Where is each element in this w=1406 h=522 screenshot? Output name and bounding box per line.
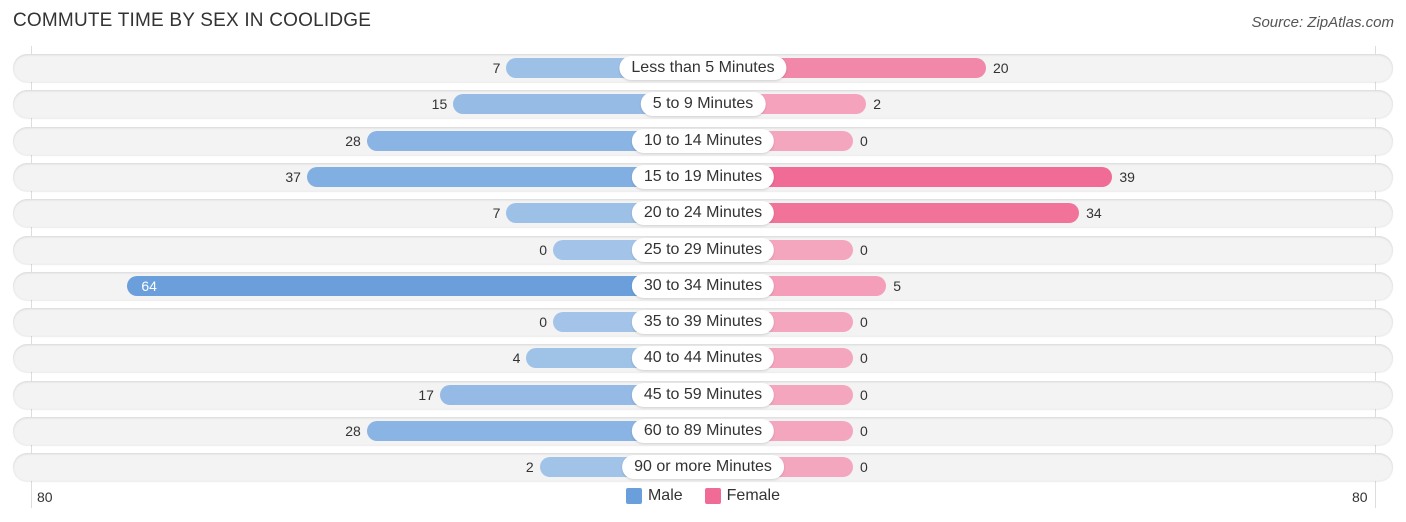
category-label: 60 to 89 Minutes	[631, 419, 775, 443]
value-label-female: 0	[860, 423, 868, 439]
value-label-male: 28	[345, 132, 361, 149]
category-label: 30 to 34 Minutes	[631, 273, 775, 298]
category-label: 25 to 29 Minutes	[631, 237, 775, 262]
category-label: Less than 5 Minutes	[619, 56, 787, 80]
legend-swatch-male	[625, 488, 642, 504]
value-label-male: 4	[512, 350, 521, 367]
value-label-male: 17	[418, 386, 434, 403]
value-label-female: 0	[860, 350, 868, 367]
value-label-female: 20	[993, 60, 1009, 76]
value-label-male: 37	[285, 168, 301, 185]
category-label: 20 to 24 Minutes	[631, 201, 775, 226]
value-label-male: 2	[525, 459, 534, 476]
chart-container: COMMUTE TIME BY SEX IN COOLIDGE Source: …	[0, 0, 1406, 522]
value-label-male: 15	[431, 96, 448, 113]
value-label-female: 2	[873, 96, 882, 113]
value-label-male: 7	[492, 205, 501, 222]
category-label: 35 to 39 Minutes	[631, 310, 775, 335]
chart-title: COMMUTE TIME BY SEX IN COOLIDGE	[13, 10, 372, 31]
value-label-female: 0	[860, 132, 868, 149]
category-label: 10 to 14 Minutes	[631, 128, 775, 153]
value-label-female: 0	[860, 459, 868, 476]
value-label-male: 0	[539, 241, 547, 258]
source-label: Source: ZipAtlas.com	[1251, 14, 1394, 31]
legend-label-female: Female	[726, 487, 781, 504]
category-label: 40 to 44 Minutes	[631, 346, 775, 371]
value-label-male: 64	[141, 277, 157, 294]
value-label-female: 39	[1119, 168, 1135, 185]
value-label-female: 0	[860, 386, 868, 403]
legend-swatch-female	[704, 488, 721, 504]
legend-item-male[interactable]: Male	[625, 487, 683, 505]
category-label: 15 to 19 Minutes	[631, 164, 775, 189]
value-label-female: 34	[1086, 205, 1102, 222]
value-label-female: 0	[860, 314, 868, 331]
legend-label-male: Male	[647, 487, 683, 504]
value-label-male: 7	[492, 60, 501, 76]
legend: Male Female	[0, 487, 1406, 505]
legend-item-female[interactable]: Female	[704, 487, 781, 505]
value-label-male: 28	[345, 423, 361, 439]
category-label: 5 to 9 Minutes	[640, 92, 766, 117]
value-label-female: 5	[893, 277, 902, 294]
value-label-female: 0	[860, 241, 868, 258]
bar-male[interactable]	[127, 275, 703, 296]
value-label-male: 0	[539, 314, 547, 331]
category-label: 45 to 59 Minutes	[631, 382, 775, 407]
category-label: 90 or more Minutes	[622, 455, 784, 480]
